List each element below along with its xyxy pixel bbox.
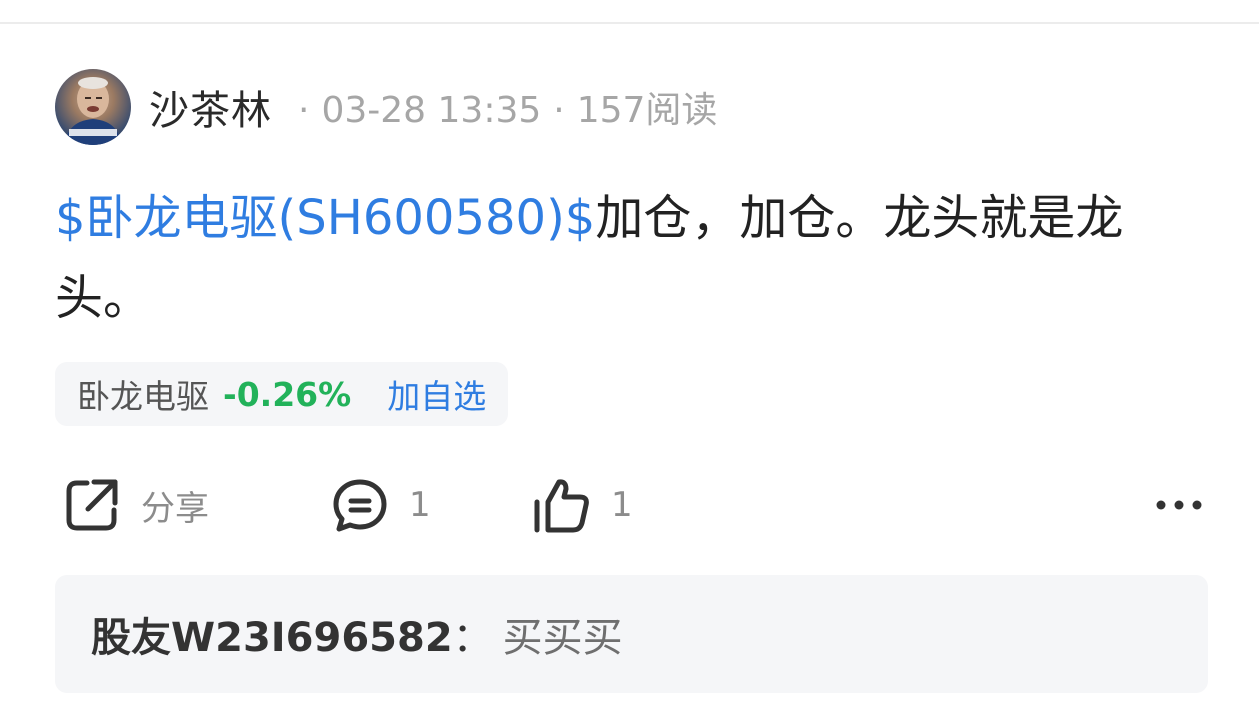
meta-dot: · [553, 90, 565, 131]
share-button[interactable]: 分享 [61, 470, 209, 540]
add-watchlist-button[interactable]: 加自选 [387, 370, 486, 418]
post-body: $卧龙电驱(SH600580)$加仓，加仓。龙头就是龙头。 [55, 178, 1205, 338]
stock-chip[interactable]: 卧龙电驱 -0.26% 加自选 [55, 362, 509, 426]
post-date: 03-28 13:35 [321, 90, 542, 131]
more-icon [1156, 500, 1202, 510]
comment-icon [333, 479, 387, 532]
comment-preview[interactable]: 股友W23I696582 ： 买买买 [55, 575, 1208, 693]
comment-count: 1 [409, 485, 431, 525]
avatar[interactable] [55, 69, 131, 145]
like-count: 1 [611, 485, 633, 525]
post-meta: · 03-28 13:35 · 157阅读 [286, 81, 717, 133]
stock-chip-name: 卧龙电驱 [77, 377, 209, 416]
comment-text: 买买买 [502, 615, 623, 661]
avatar-image [65, 77, 121, 145]
author-name[interactable]: 沙茶林 [149, 78, 272, 136]
commenter-name[interactable]: 股友W23I696582 [91, 605, 453, 663]
comment-button[interactable]: 1 [329, 470, 431, 540]
comment-separator: ： [452, 615, 493, 661]
stock-link[interactable]: $卧龙电驱(SH600580)$ [55, 190, 595, 246]
post-header: 沙茶林 · 03-28 13:35 · 157阅读 [55, 68, 717, 146]
more-button[interactable] [1153, 490, 1205, 520]
read-count: 157阅读 [576, 90, 718, 131]
thumbs-up-icon [534, 479, 589, 533]
action-bar: 分享 1 1 [55, 470, 1205, 540]
stock-change: -0.26% [223, 374, 352, 414]
share-label: 分享 [141, 488, 209, 529]
share-icon [66, 479, 118, 531]
top-divider [0, 22, 1259, 24]
like-button[interactable]: 1 [531, 470, 633, 540]
meta-dot: · [298, 90, 310, 131]
